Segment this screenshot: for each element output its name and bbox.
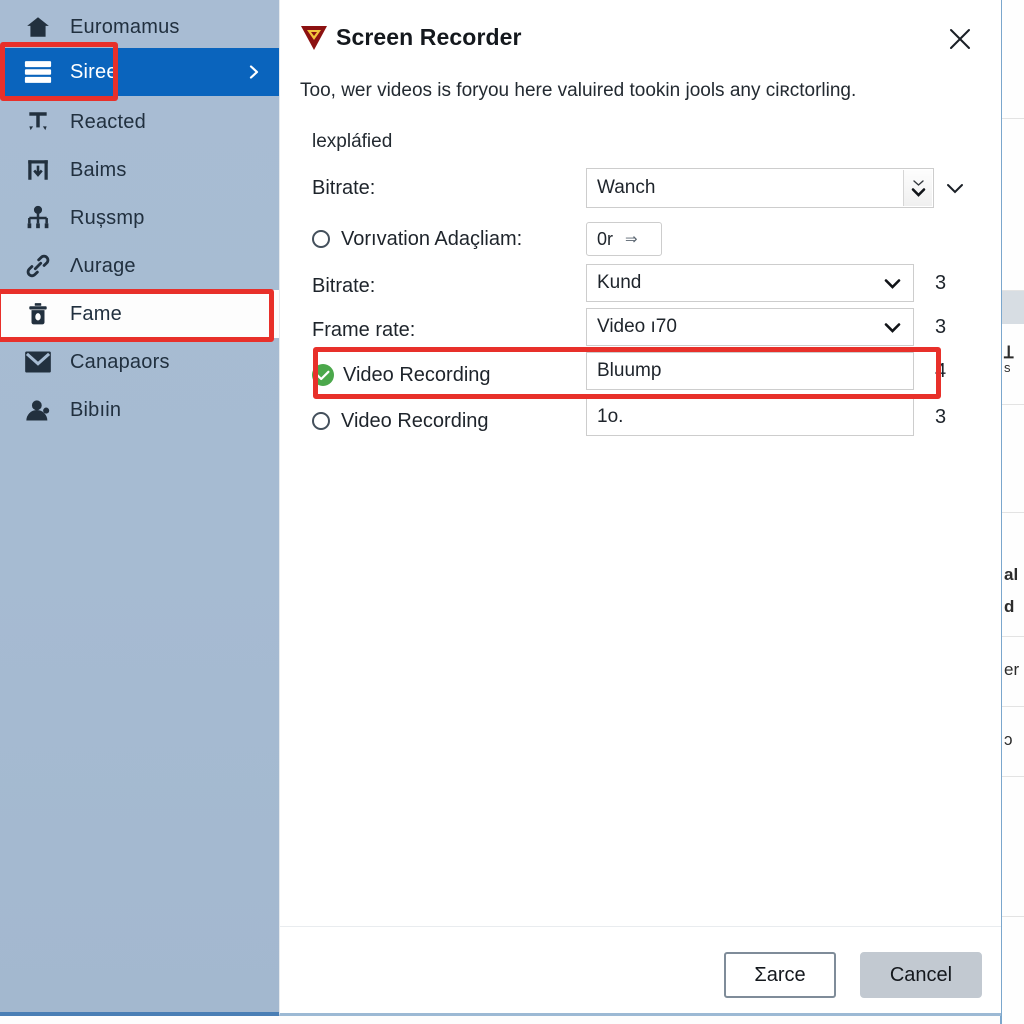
- background-right-strip: Ʇ s al d er ɔ: [1000, 0, 1024, 1024]
- screen-recorder-settings-screen: Ʇ s al d er ɔ Euromamus Siree Reacted Ba…: [0, 0, 1024, 1024]
- form-row-label: Video Recording: [312, 410, 489, 433]
- form-row-video-recording-checked: Video Recording Bluump 4: [280, 352, 1001, 398]
- video-recording-textbox[interactable]: 1o.: [586, 398, 914, 436]
- spinner-buttons[interactable]: [903, 170, 932, 206]
- anchor-icon: [18, 109, 58, 135]
- background-text-fragment: er: [1004, 660, 1020, 679]
- background-row-divider: [1002, 706, 1024, 707]
- field-value: 1o.: [597, 406, 624, 427]
- chevron-right-icon: [247, 65, 261, 79]
- sidebar-item-russmp[interactable]: Rușsmp: [0, 194, 279, 242]
- dialog-title: Screen Recorder: [336, 24, 522, 50]
- form-row-bitrate-spinner: Bitrate: Wanch: [280, 163, 1001, 214]
- background-row-divider: [1002, 636, 1024, 637]
- background-row-divider: [1002, 512, 1024, 513]
- form-row-label: Bitrate:: [312, 177, 376, 199]
- form-row-label: Vorıvation Adaçliam:: [312, 228, 522, 251]
- form-row-vorivation: Vorıvation Adaçliam: 0r ⇒: [280, 214, 1001, 264]
- sidebar-item-label: Rușsmp: [70, 206, 145, 229]
- sidebar-item-label: Euromamus: [70, 15, 180, 38]
- background-row-divider: [1002, 776, 1024, 777]
- sidebar-item-label: Reacted: [70, 110, 146, 133]
- background-text-fragment: s: [1004, 360, 1011, 375]
- form-row-label: Frame rate:: [312, 318, 416, 341]
- video-recording-textbox-checked[interactable]: Bluump: [586, 352, 914, 390]
- sidebar-item-baims[interactable]: Baims: [0, 146, 279, 194]
- screen-recorder-dialog: Screen Recorder Too, wer videos is foryo…: [279, 0, 1001, 1016]
- sidebar-item-label: Siree: [70, 60, 118, 83]
- field-value: Bluump: [597, 360, 662, 381]
- download-icon: [18, 157, 58, 183]
- radio-button[interactable]: [312, 230, 330, 248]
- settings-form: Bitrate: Wanch Vorıvation Adaçliam: 0r ⇒…: [280, 163, 1001, 444]
- field-value: Kund: [597, 272, 642, 293]
- form-row-label-text: Video Recording: [341, 409, 489, 432]
- form-row-label: Bitrate:: [312, 274, 376, 297]
- chevron-down-icon[interactable]: [883, 321, 901, 333]
- form-row-label-text: Vorıvation Adaçliam:: [341, 227, 523, 250]
- form-row-label: Video Recording: [312, 364, 491, 387]
- background-text-fragment: ɔ: [1004, 730, 1013, 749]
- form-row-video-recording-radio: Video Recording 1o. 3: [280, 398, 1001, 444]
- form-row-bitrate-dropdown: Bitrate: Kund 3: [280, 264, 1001, 308]
- background-row-divider: [1002, 916, 1024, 917]
- sidebar-item-euromamus[interactable]: Euromamus: [0, 3, 279, 51]
- sidebar-item-canapaors[interactable]: Canapaors: [0, 338, 279, 386]
- dialog-section-label: Ɩexpláfied: [312, 131, 393, 152]
- bitrate-spinner-field[interactable]: Wanch: [586, 168, 934, 208]
- sidebar-item-label: Fame: [70, 302, 122, 325]
- sidebar-item-label: Bibıin: [70, 398, 122, 421]
- sidebar-item-label: Baims: [70, 158, 127, 181]
- sidebar: Euromamus Siree Reacted Baims Rușsmp Ʌur…: [0, 0, 279, 1016]
- sidebar-item-fame[interactable]: Fame: [0, 290, 279, 338]
- form-row-frame-rate: Frame rate: Video ı70 3: [280, 308, 1001, 352]
- smallbox-value: 0r: [597, 228, 614, 249]
- dialog-header: Screen Recorder: [280, 0, 1001, 72]
- sidebar-item-label: Canapaors: [70, 350, 170, 373]
- arrow-icon: ⇒: [625, 231, 638, 248]
- dialog-subtitle: Too, wer videos is foryou here valuired …: [300, 80, 857, 101]
- sidebar-item-aurage[interactable]: Ʌurage: [0, 242, 279, 290]
- background-row-shade: [1002, 290, 1024, 324]
- row-number: 3: [935, 272, 947, 294]
- save-button[interactable]: Ʃarce: [724, 952, 836, 998]
- footer-divider: [280, 926, 1001, 927]
- link-icon: [18, 253, 58, 279]
- user-icon: [18, 398, 58, 422]
- check-circle-icon[interactable]: [312, 364, 334, 386]
- sitemap-icon: [18, 205, 58, 231]
- home-icon: [18, 14, 58, 40]
- cancel-button[interactable]: Cancel: [860, 952, 982, 998]
- form-row-label-text: Video Recording: [343, 363, 491, 386]
- field-value: Wanch: [597, 177, 656, 198]
- bitrate-dropdown[interactable]: Kund: [586, 264, 914, 302]
- row-number: 3: [935, 406, 947, 428]
- server-list-icon: [18, 60, 58, 84]
- red-triangle-logo-icon: [300, 25, 328, 51]
- background-row-divider: [1002, 118, 1024, 119]
- row-number: 3: [935, 316, 947, 338]
- chevron-down-icon[interactable]: [945, 181, 965, 195]
- background-text-fragment: al: [1004, 565, 1019, 584]
- background-row-divider: [1002, 290, 1024, 291]
- vorivation-smallbox[interactable]: 0r ⇒: [586, 222, 662, 256]
- envelope-icon: [18, 350, 58, 374]
- background-row-divider: [1002, 404, 1024, 405]
- field-value: Video ı70: [597, 316, 677, 337]
- sidebar-item-siree[interactable]: Siree: [0, 48, 279, 96]
- row-number: 4: [935, 360, 947, 382]
- sidebar-item-reacted[interactable]: Reacted: [0, 98, 279, 146]
- close-icon[interactable]: [943, 22, 977, 56]
- radio-button[interactable]: [312, 412, 330, 430]
- background-text-fragment: d: [1004, 597, 1015, 616]
- chevron-down-icon[interactable]: [883, 277, 901, 289]
- sidebar-item-bibiin[interactable]: Bibıin: [0, 386, 279, 434]
- frame-rate-dropdown[interactable]: Video ı70: [586, 308, 914, 346]
- sidebar-item-label: Ʌurage: [70, 254, 136, 277]
- trash-icon: [18, 301, 58, 327]
